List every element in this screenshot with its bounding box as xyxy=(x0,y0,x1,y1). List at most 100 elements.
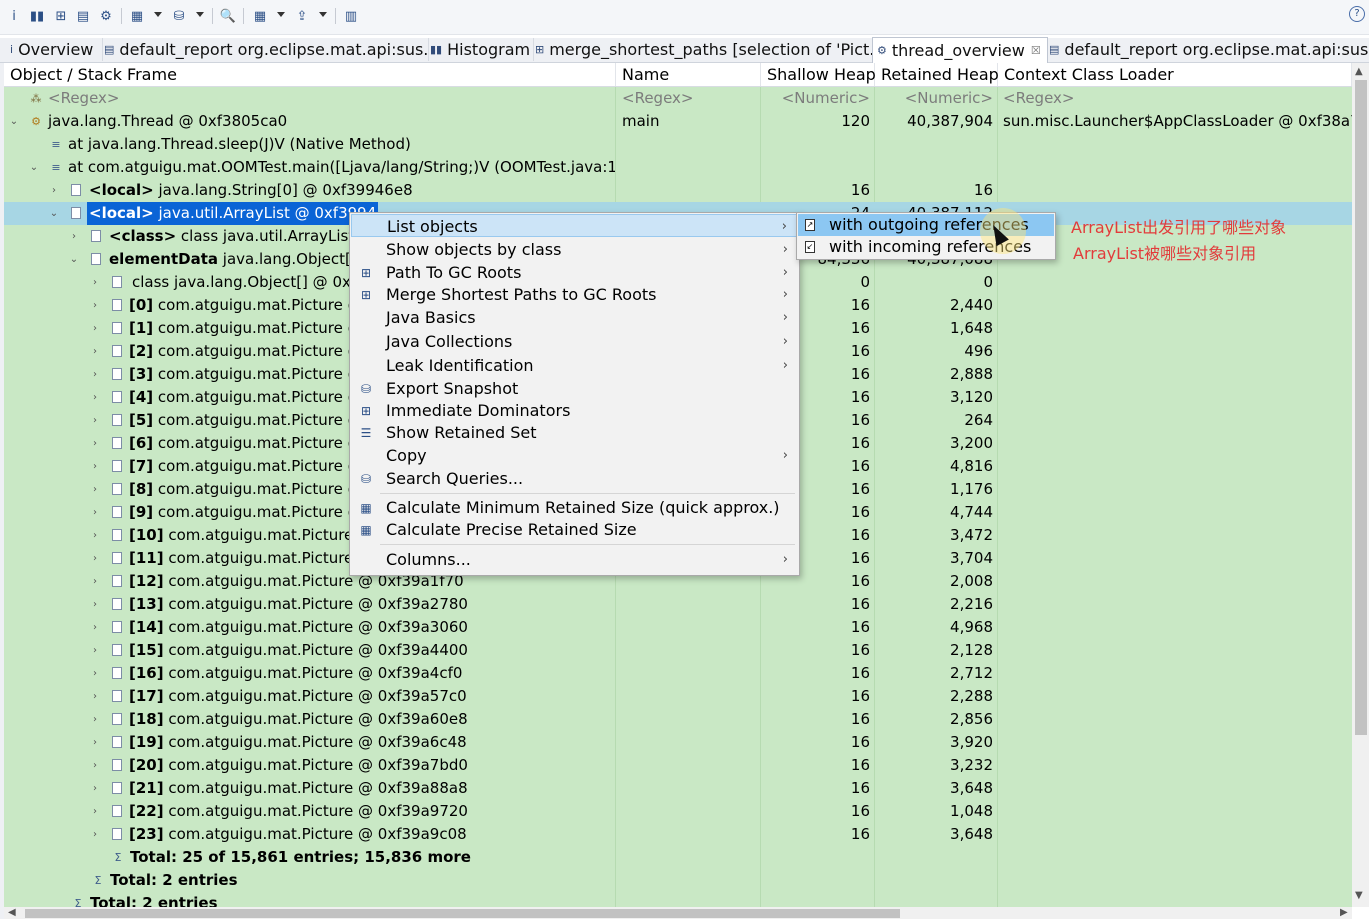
table-row[interactable]: › <local> java.lang.String[0] @ 0xf39946e… xyxy=(4,179,1352,202)
menu-item-immediate-dominators[interactable]: ⊞ Immediate Dominators xyxy=(351,399,798,422)
thread-overview-icon[interactable]: ⚙ xyxy=(97,6,115,26)
menu-item-leak-identification[interactable]: Leak Identification › xyxy=(351,354,798,377)
expand-icon[interactable]: › xyxy=(88,317,102,340)
expand-icon[interactable]: › xyxy=(88,570,102,593)
expand-icon[interactable]: › xyxy=(88,294,102,317)
expand-icon[interactable]: › xyxy=(88,455,102,478)
expand-icon[interactable]: › xyxy=(88,685,102,708)
table-row-total[interactable]: Σ Total: 2 entries xyxy=(4,892,1352,907)
expand-icon[interactable]: › xyxy=(88,593,102,616)
column-name[interactable]: Name xyxy=(616,63,761,86)
column-shallow-heap[interactable]: Shallow Heap xyxy=(761,63,876,86)
reports-icon[interactable]: ▦ xyxy=(128,6,146,26)
filter-name[interactable]: <Regex> xyxy=(616,87,760,110)
scroll-up-icon[interactable]: ▲ xyxy=(1355,66,1363,77)
histogram-icon[interactable]: ▮▮ xyxy=(28,6,46,26)
expand-icon[interactable]: › xyxy=(88,524,102,547)
export-icon[interactable]: ⇪ xyxy=(293,6,311,26)
table-row[interactable]: › [13] com.atguigu.mat.Picture @ 0xf39a27… xyxy=(4,593,1352,616)
table-row-total[interactable]: Σ Total: 2 entries xyxy=(4,869,1352,892)
search-icon[interactable]: 🔍 xyxy=(219,6,237,26)
table-row[interactable]: › [17] com.atguigu.mat.Picture @ 0xf39a57… xyxy=(4,685,1352,708)
table-row[interactable]: › [14] com.atguigu.mat.Picture @ 0xf39a30… xyxy=(4,616,1352,639)
group-dropdown-icon[interactable] xyxy=(277,12,285,17)
reports-dropdown-icon[interactable] xyxy=(154,12,162,17)
filter-shallow[interactable]: <Numeric> xyxy=(761,87,874,110)
menu-item-copy[interactable]: Copy › xyxy=(351,444,798,467)
table-row[interactable]: › [21] com.atguigu.mat.Picture @ 0xf39a88… xyxy=(4,777,1352,800)
tab-thread-overview[interactable]: ⚙ thread_overview ☒ xyxy=(872,37,1048,63)
expand-icon[interactable]: › xyxy=(88,777,102,800)
query-dropdown-icon[interactable] xyxy=(196,12,204,17)
expand-icon[interactable]: › xyxy=(88,754,102,777)
expand-icon[interactable]: › xyxy=(47,179,61,202)
table-row[interactable]: › [22] com.atguigu.mat.Picture @ 0xf39a97… xyxy=(4,800,1352,823)
table-row[interactable]: › [15] com.atguigu.mat.Picture @ 0xf39a44… xyxy=(4,639,1352,662)
expand-icon[interactable]: › xyxy=(88,823,102,846)
expand-icon[interactable]: › xyxy=(88,478,102,501)
close-icon[interactable]: ☒ xyxy=(1031,44,1041,57)
column-context-class-loader[interactable]: Context Class Loader xyxy=(998,63,1352,86)
expand-icon[interactable]: › xyxy=(88,409,102,432)
expand-icon[interactable]: › xyxy=(88,271,102,294)
menu-item-java-collections[interactable]: Java Collections › xyxy=(351,330,798,353)
filter-object[interactable]: <Regex> xyxy=(48,87,119,110)
table-row-total[interactable]: Σ Total: 25 of 15,861 entries; 15,836 mor… xyxy=(4,846,1352,869)
expand-icon[interactable]: › xyxy=(88,340,102,363)
table-row[interactable]: › [18] com.atguigu.mat.Picture @ 0xf39a60… xyxy=(4,708,1352,731)
table-row[interactable]: ≡ at java.lang.Thread.sleep(J)V (Native M… xyxy=(4,133,1352,156)
expand-icon[interactable]: › xyxy=(88,800,102,823)
column-retained-heap[interactable]: Retained Heap xyxy=(875,63,999,86)
expand-icon[interactable]: › xyxy=(67,225,81,248)
menu-item-export-snapshot[interactable]: ⛁ Export Snapshot xyxy=(351,377,798,400)
tab-histogram[interactable]: ▮▮ Histogram xyxy=(426,38,534,61)
menu-item-path-to-gc-roots[interactable]: ⊞ Path To GC Roots › xyxy=(351,261,798,284)
filter-loader[interactable]: <Regex> xyxy=(998,87,1352,110)
table-row[interactable]: ⌄ ⚙ java.lang.Thread @ 0xf3805ca0 main 120… xyxy=(4,110,1352,133)
expand-icon[interactable]: › xyxy=(88,501,102,524)
query-browser-icon[interactable]: ⛁ xyxy=(170,6,188,26)
expand-icon[interactable]: › xyxy=(88,386,102,409)
help-icon[interactable]: ? xyxy=(1349,6,1365,22)
vertical-scroll-thumb[interactable] xyxy=(1355,80,1367,735)
tab-overview[interactable]: i Overview xyxy=(6,38,103,61)
expand-icon[interactable]: › xyxy=(88,662,102,685)
tab-default-report-1[interactable]: ▤ default_report org.eclipse.mat.api:sus.… xyxy=(100,38,429,61)
table-row[interactable]: › [19] com.atguigu.mat.Picture @ 0xf39a6c… xyxy=(4,731,1352,754)
expand-icon[interactable]: › xyxy=(88,616,102,639)
menu-item-merge-shortest-paths[interactable]: ⊞ Merge Shortest Paths to GC Roots › xyxy=(351,283,798,306)
collapse-icon[interactable]: ⌄ xyxy=(47,202,61,225)
export-dropdown-icon[interactable] xyxy=(319,12,327,17)
menu-item-calc-min-retained[interactable]: ▦ Calculate Minimum Retained Size (quick … xyxy=(351,496,798,519)
scroll-right-icon[interactable]: ▶ xyxy=(1340,907,1348,918)
menu-item-java-basics[interactable]: Java Basics › xyxy=(351,306,798,329)
tab-default-report-2[interactable]: ▤ default_report org.eclipse.mat.api:sus.… xyxy=(1045,38,1369,61)
collapse-icon[interactable]: ⌄ xyxy=(27,156,41,179)
collapse-icon[interactable]: ⌄ xyxy=(7,110,21,133)
menu-item-list-objects[interactable]: List objects › xyxy=(351,214,798,237)
expand-icon[interactable]: › xyxy=(88,432,102,455)
table-row[interactable]: › [16] com.atguigu.mat.Picture @ 0xf39a4c… xyxy=(4,662,1352,685)
dominator-tree-icon[interactable]: ⊞ xyxy=(52,6,70,26)
scroll-down-icon[interactable]: ▼ xyxy=(1355,890,1363,901)
expand-icon[interactable]: › xyxy=(88,708,102,731)
collapse-icon[interactable]: ⌄ xyxy=(67,248,81,271)
menu-item-calc-precise-retained[interactable]: ▦ Calculate Precise Retained Size xyxy=(351,518,798,541)
group-icon[interactable]: ▦ xyxy=(251,6,269,26)
scroll-left-icon[interactable]: ◀ xyxy=(8,907,16,918)
filter-retained[interactable]: <Numeric> xyxy=(875,87,997,110)
expand-icon[interactable]: › xyxy=(88,547,102,570)
horizontal-scroll-thumb[interactable] xyxy=(25,909,900,918)
calculate-icon[interactable]: ▥ xyxy=(342,6,360,26)
menu-item-show-retained-set[interactable]: ☰ Show Retained Set xyxy=(351,421,798,444)
table-row[interactable]: › [20] com.atguigu.mat.Picture @ 0xf39a7b… xyxy=(4,754,1352,777)
tab-merge-shortest-paths[interactable]: ⊞ merge_shortest_paths [selection of 'Pic… xyxy=(531,38,874,61)
menu-item-search-queries[interactable]: ⛁ Search Queries... xyxy=(351,467,798,490)
table-row[interactable]: ⌄ ≡ at com.atguigu.mat.OOMTest.main([Ljava… xyxy=(4,156,1352,179)
menu-item-show-objects-by-class[interactable]: Show objects by class › xyxy=(351,238,798,261)
expand-icon[interactable]: › xyxy=(88,731,102,754)
expand-icon[interactable]: › xyxy=(88,363,102,386)
expand-icon[interactable]: › xyxy=(88,639,102,662)
menu-item-columns[interactable]: Columns... › xyxy=(351,548,798,571)
table-row[interactable]: › [23] com.atguigu.mat.Picture @ 0xf39a9c… xyxy=(4,823,1352,846)
